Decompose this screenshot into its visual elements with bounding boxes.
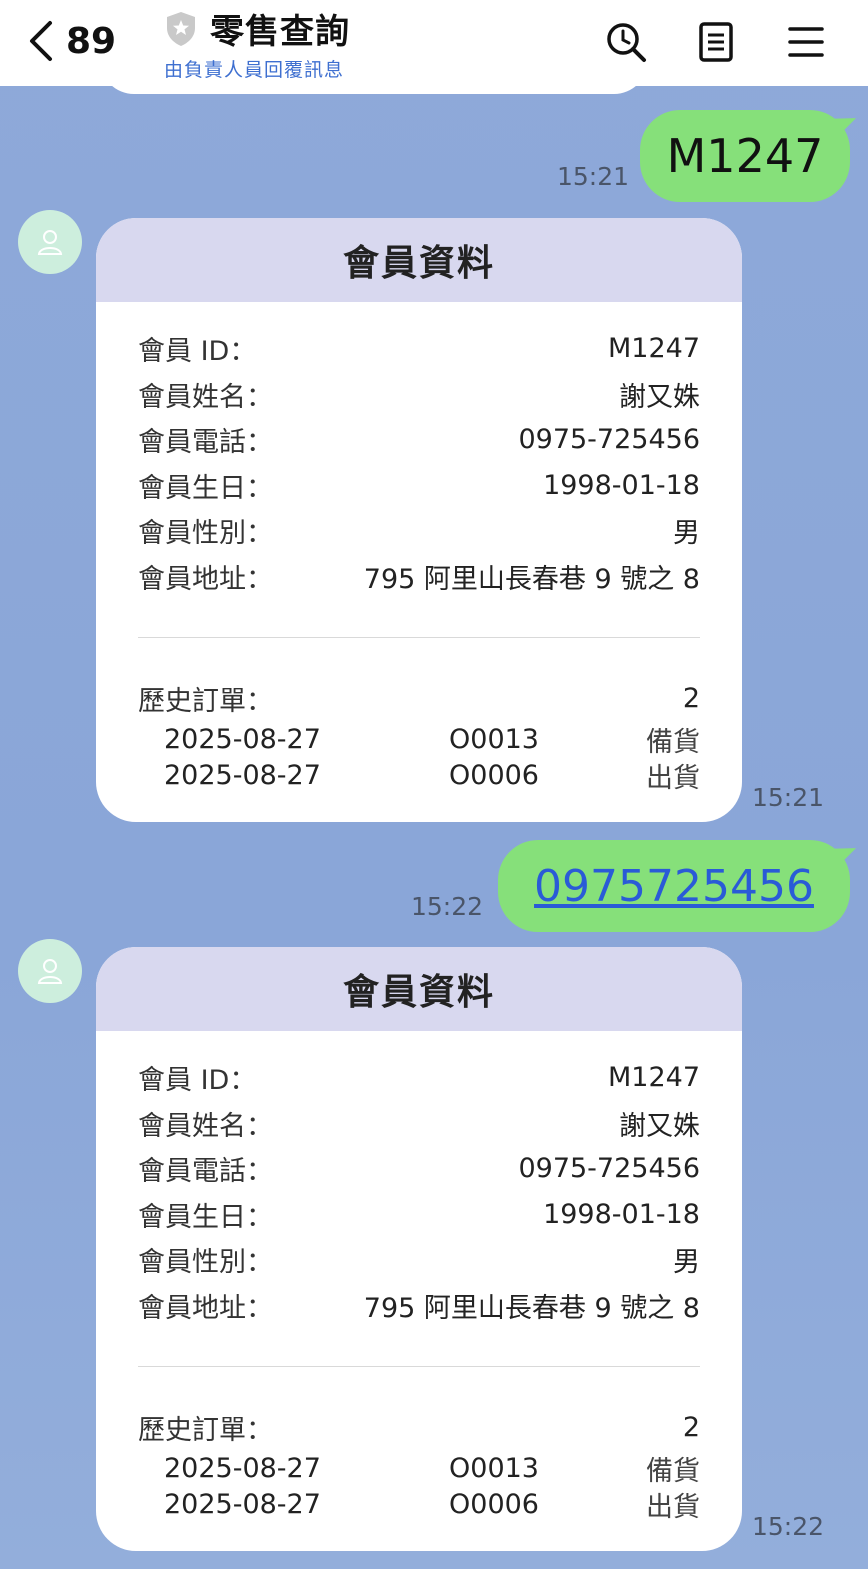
card-title: 會員資料	[96, 218, 742, 302]
member-info-card: 會員資料 會員 ID： M1247 會員姓名： 謝又姝 會員電話： 0975-7254…	[96, 947, 742, 1551]
message-time: 15:21	[752, 783, 825, 812]
field-row: 會員生日： 1998-01-18	[138, 1198, 700, 1233]
chat-subtitle: 由負責人員回覆訊息	[164, 59, 345, 81]
field-row: 會員性別：男	[138, 518, 700, 550]
order-row: 2025-08-27 O0013 備貨	[164, 1453, 700, 1487]
field-row: 會員 ID： M1247	[138, 1062, 700, 1097]
search-button[interactable]	[600, 16, 652, 68]
divider	[138, 1366, 700, 1367]
outgoing-message[interactable]: M1247	[640, 110, 850, 202]
search-history-icon	[607, 23, 646, 62]
field-row: 會員生日： 1998-01-18	[138, 469, 700, 504]
shield-icon	[167, 11, 195, 46]
chat-header: 89 零售查詢 由負責人員回覆訊息	[0, 0, 868, 86]
notes-icon	[699, 22, 733, 62]
order-row: 2025-08-27 O0013 備貨	[164, 724, 700, 758]
order-row: 2025-08-27 O0006 出貨	[164, 760, 700, 794]
history-row: 歷史訂單： 2	[138, 1412, 700, 1447]
field-row: 會員地址： 795 阿里山長春巷 9 號之 8	[138, 563, 700, 595]
menu-button[interactable]	[780, 16, 832, 68]
back-button[interactable]: 89	[26, 18, 136, 64]
field-row: 會員姓名： 謝又姝	[138, 381, 700, 413]
notes-button[interactable]	[690, 16, 742, 68]
field-row: 會員姓名： 謝又姝	[138, 1110, 700, 1142]
order-row: 2025-08-27 O0006 出貨	[164, 1489, 700, 1523]
message-time: 15:21	[557, 162, 630, 191]
outgoing-message[interactable]: 0975725456	[498, 840, 850, 932]
divider	[138, 637, 700, 638]
field-row: 會員電話： 0975-725456	[138, 1153, 700, 1188]
unread-count: 89	[66, 20, 117, 62]
chat-title-block[interactable]: 零售查詢 由負責人員回覆訊息	[164, 4, 350, 82]
message-time: 15:22	[752, 1512, 825, 1541]
menu-icon	[788, 27, 824, 57]
chat-title: 零售查詢	[210, 12, 350, 52]
field-row: 會員 ID： M1247	[138, 333, 700, 368]
field-row: 會員性別：男	[138, 1247, 700, 1279]
message-text: M1247	[666, 129, 824, 183]
phone-link[interactable]: 0975725456	[534, 861, 814, 912]
message-time: 15:22	[411, 892, 484, 921]
member-info-card: 會員資料 會員 ID： M1247 會員姓名： 謝又姝 會員電話： 0975-7254…	[96, 218, 742, 822]
field-row: 會員電話： 0975-725456	[138, 424, 700, 459]
back-icon	[30, 21, 52, 61]
card-title: 會員資料	[96, 947, 742, 1031]
avatar-icon	[37, 959, 63, 984]
bot-avatar[interactable]	[18, 939, 82, 1003]
bot-avatar[interactable]	[18, 210, 82, 274]
field-row: 會員地址： 795 阿里山長春巷 9 號之 8	[138, 1292, 700, 1324]
history-row: 歷史訂單： 2	[138, 683, 700, 718]
avatar-icon	[37, 230, 63, 255]
